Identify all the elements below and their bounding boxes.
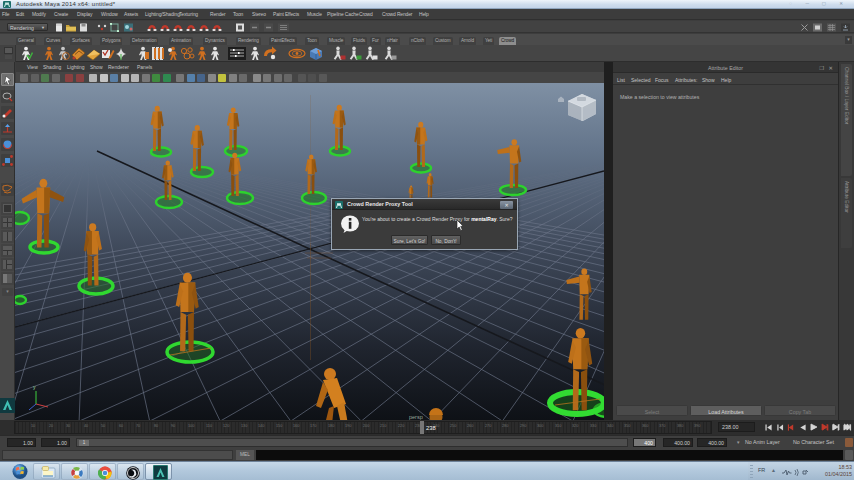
svg-text:y: y [33, 384, 36, 390]
